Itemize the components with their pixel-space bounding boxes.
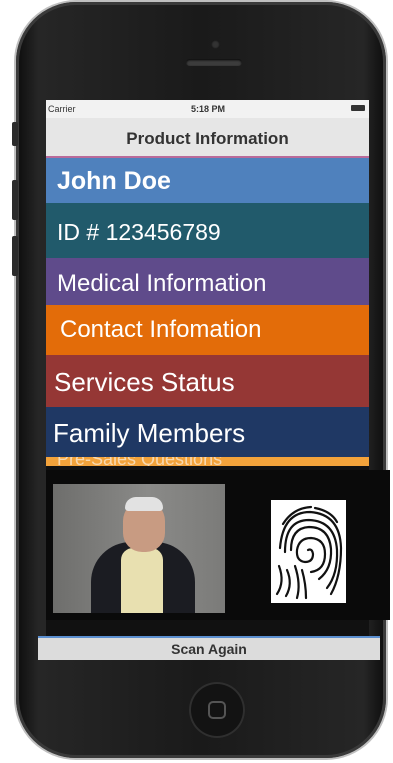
medical-information-label: Medical Information [57, 270, 267, 297]
person-id: ID # 123456789 [57, 219, 221, 245]
camera-icon [211, 40, 220, 49]
battery-icon [351, 105, 365, 111]
navigation-bar: Product Information [46, 118, 369, 158]
services-status-row[interactable]: Services Status [46, 355, 369, 407]
person-name: John Doe [57, 167, 171, 195]
mute-switch [12, 122, 18, 146]
name-row: John Doe [46, 158, 369, 203]
pre-sales-questions-label: Pre-Sales Questions [57, 457, 222, 466]
volume-up-button [12, 180, 18, 220]
home-button-icon [208, 701, 226, 719]
volume-down-button [12, 236, 18, 276]
medical-information-row[interactable]: Medical Information [46, 258, 369, 305]
services-status-label: Services Status [54, 367, 235, 397]
status-bar: Carrier 5:18 PM [46, 100, 369, 118]
pre-sales-questions-row[interactable]: Pre-Sales Questions [46, 457, 369, 466]
fingerprint-icon[interactable] [271, 500, 346, 603]
contact-information-label: Contact Infomation [60, 316, 262, 343]
clock: 5:18 PM [191, 104, 226, 114]
carrier-label: Carrier [48, 104, 76, 114]
family-members-label: Family Members [53, 418, 246, 448]
page-title: Product Information [126, 129, 289, 148]
person-photo [53, 484, 225, 613]
family-members-row[interactable]: Family Members [46, 407, 369, 457]
scan-again-label: Scan Again [171, 641, 247, 657]
id-row: ID # 123456789 [46, 203, 369, 258]
scan-again-button[interactable]: Scan Again [38, 636, 380, 660]
speaker-grille [186, 59, 242, 66]
contact-information-row[interactable]: Contact Infomation [46, 305, 369, 355]
